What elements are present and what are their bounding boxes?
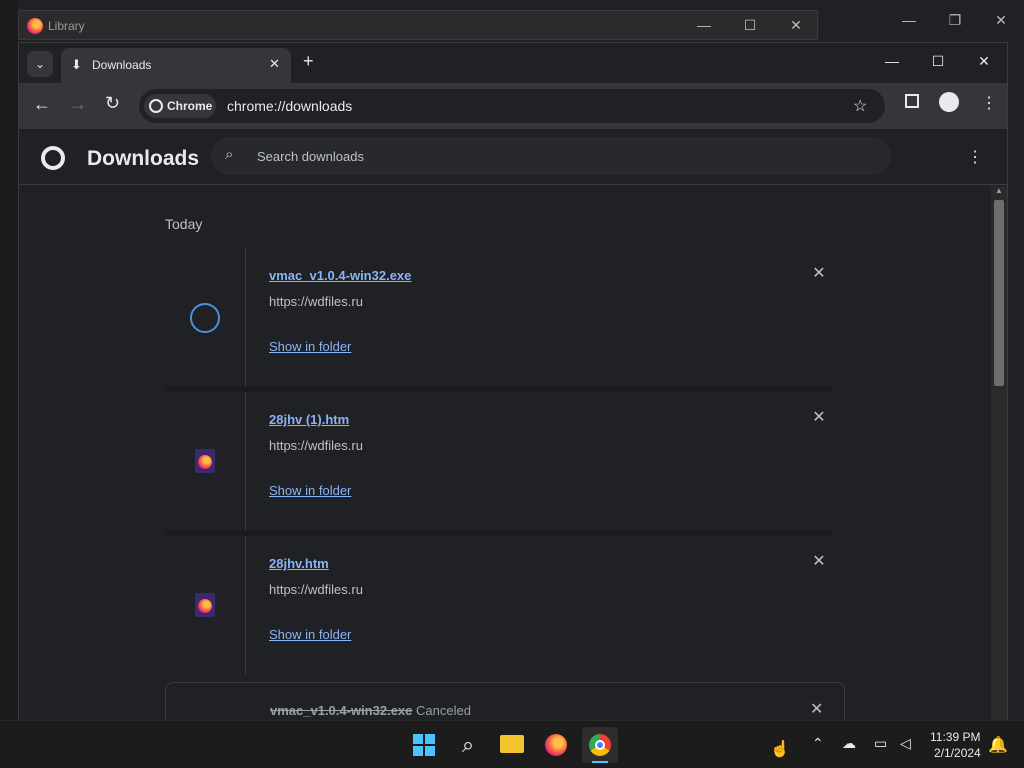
star-icon[interactable]: ☆ (853, 96, 867, 116)
download-item: 28jhv (1).htm https://wdfiles.ru Show in… (165, 392, 831, 530)
library-title: Library (48, 19, 85, 33)
search-icon: ⌕ (225, 146, 234, 163)
profile-icon[interactable] (939, 92, 959, 112)
library-close-button[interactable]: ✕ (773, 17, 819, 34)
tab-title: Downloads (92, 58, 152, 72)
outer-window-controls: ⌄ — ❐ ✕ (808, 10, 1024, 34)
download-item-icon-column (165, 392, 245, 530)
download-item-icon-column (165, 536, 245, 674)
scroll-up-icon[interactable]: ▲ (995, 186, 1003, 195)
taskbar: ⌕ ☝ ⌃ ☁ ▭ ◁ 11:39 PM 2/1/2024 🔔 (0, 720, 1024, 768)
sidepanel-icon[interactable] (905, 94, 919, 108)
file-name-link[interactable]: vmac_v1.0.4-win32.exe (269, 268, 411, 283)
divider (245, 536, 246, 674)
firefox-taskbar-icon[interactable] (538, 727, 574, 763)
outer-minimize-button[interactable]: — (886, 12, 932, 28)
chevron-up-icon[interactable]: ⌃ (812, 735, 824, 752)
outer-maximize-button[interactable]: ❐ (932, 12, 978, 29)
clock-time[interactable]: 11:39 PM (930, 730, 980, 744)
download-item: 28jhv.htm https://wdfiles.ru Show in fol… (165, 536, 831, 674)
chrome-minimize-button[interactable]: — (869, 53, 915, 69)
library-maximize-button[interactable]: ☐ (727, 17, 773, 34)
file-explorer-icon[interactable] (494, 727, 530, 763)
firefox-icon (198, 455, 212, 469)
bell-icon[interactable]: 🔔 (988, 735, 1008, 755)
download-icon: ⬇ (71, 57, 82, 72)
search-downloads[interactable]: ⌕ Search downloads (211, 137, 891, 175)
file-name-link[interactable]: 28jhv.htm (269, 556, 329, 571)
file-source: https://wdfiles.ru (269, 582, 363, 597)
clock-date[interactable]: 2/1/2024 (934, 746, 981, 760)
search-icon[interactable]: ⌕ (450, 727, 486, 763)
page-title: Downloads (87, 147, 200, 170)
htm-file-icon (195, 593, 215, 617)
volume-muted-icon[interactable]: ◁ (900, 735, 911, 752)
tab-downloads[interactable]: ⬇ Downloads ✕ (61, 48, 291, 83)
cloud-offline-icon[interactable]: ☁ (842, 735, 856, 752)
downloads-header: Downloads ⌕ Search downloads ⋮ (19, 129, 1007, 185)
forward-icon[interactable]: → (69, 94, 87, 115)
show-in-folder-link[interactable]: Show in folder (269, 627, 351, 642)
chrome-taskbar-icon[interactable] (582, 727, 618, 763)
toolbar: ← → ↻ Chrome chrome://downloads ☆ ⋮ (19, 83, 1007, 129)
site-chip-label: Chrome (167, 99, 213, 113)
chrome-window: ⌄ ⬇ Downloads ✕ + — ☐ ✕ ← → ↻ Chrome chr… (18, 42, 1008, 732)
scrollbar[interactable]: ▲ (991, 186, 1007, 731)
reload-icon[interactable]: ↻ (105, 93, 120, 114)
chrome-logo-icon (41, 146, 65, 170)
scrollbar-thumb[interactable] (994, 200, 1004, 386)
remove-item-close-icon[interactable]: ✕ (809, 552, 829, 572)
remove-item-close-icon[interactable]: ✕ (810, 699, 823, 719)
more-actions-icon[interactable]: ⋮ (967, 147, 983, 167)
show-in-folder-link[interactable]: Show in folder (269, 339, 351, 354)
tab-search-button[interactable]: ⌄ (27, 51, 53, 77)
download-item-icon-column (165, 248, 245, 386)
file-source: https://wdfiles.ru (269, 438, 363, 453)
htm-file-icon (195, 449, 215, 473)
divider (245, 392, 246, 530)
url-text[interactable]: chrome://downloads (227, 98, 352, 114)
divider (245, 248, 246, 386)
tab-strip: ⌄ ⬇ Downloads ✕ + — ☐ ✕ (19, 43, 1007, 83)
file-name-canceled: vmac_v1.0.4-win32.exe (270, 703, 413, 718)
chrome-maximize-button[interactable]: ☐ (915, 53, 961, 70)
site-chip[interactable]: Chrome (144, 94, 216, 118)
menu-icon[interactable]: ⋮ (981, 93, 997, 113)
outer-close-button[interactable]: ✕ (978, 12, 1024, 29)
firefox-icon (27, 18, 43, 34)
status-canceled: Canceled (416, 703, 471, 718)
address-bar[interactable]: Chrome chrome://downloads ☆ (139, 89, 885, 123)
downloads-list: Today vmac_v1.0.4-win32.exe https://wdfi… (19, 186, 989, 731)
show-in-folder-link[interactable]: Show in folder (269, 483, 351, 498)
chrome-close-button[interactable]: ✕ (961, 53, 1007, 70)
new-tab-button[interactable]: + (303, 51, 314, 72)
file-source: https://wdfiles.ru (269, 294, 363, 309)
search-placeholder: Search downloads (257, 149, 364, 164)
chrome-icon (149, 99, 163, 113)
file-name-link[interactable]: 28jhv (1).htm (269, 412, 349, 427)
network-icon[interactable]: ▭ (874, 735, 887, 752)
cursor-hand-icon: ☝ (770, 741, 790, 758)
remove-item-close-icon[interactable]: ✕ (809, 264, 829, 284)
remove-item-close-icon[interactable]: ✕ (809, 408, 829, 428)
firefox-icon (198, 599, 212, 613)
library-window-titlebar[interactable]: Library — ☐ ✕ (18, 10, 818, 40)
tab-close-icon[interactable]: ✕ (269, 56, 280, 72)
back-icon[interactable]: ← (33, 94, 51, 115)
download-item: vmac_v1.0.4-win32.exe https://wdfiles.ru… (165, 248, 831, 386)
section-today: Today (165, 216, 203, 232)
app-file-icon (190, 303, 220, 333)
background-window-edge (0, 0, 18, 720)
library-minimize-button[interactable]: — (681, 17, 727, 33)
windows-start-icon[interactable] (406, 727, 442, 763)
